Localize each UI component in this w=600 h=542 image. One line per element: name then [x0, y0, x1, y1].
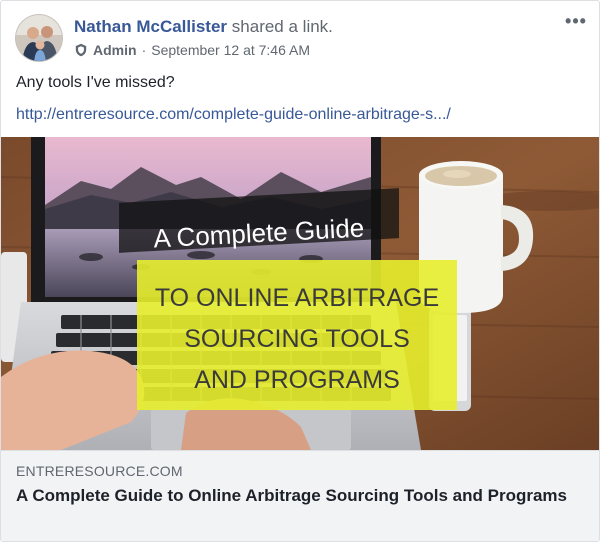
post-header: Nathan McCallister shared a link. Admin …: [1, 1, 599, 71]
shield-icon: [74, 43, 88, 57]
overlay-line-2: TO ONLINE ARBITRAGE: [155, 284, 439, 312]
post-author-line: Nathan McCallister shared a link.: [74, 16, 333, 38]
overlay-line-4: AND PROGRAMS: [194, 366, 400, 394]
link-domain: ENTRERESOURCE.COM: [16, 463, 183, 479]
more-options-icon[interactable]: •••: [561, 9, 591, 33]
post-meta-line: Admin · September 12 at 7:46 AM: [74, 41, 310, 59]
admin-badge: Admin: [93, 42, 137, 58]
post-timestamp[interactable]: September 12 at 7:46 AM: [151, 41, 310, 59]
link-title[interactable]: A Complete Guide to Online Arbitrage Sou…: [16, 484, 576, 507]
link-preview-image[interactable]: A Complete Guide TO ONLINE ARBITRAGE SOU…: [1, 137, 599, 450]
avatar[interactable]: [15, 14, 63, 62]
feed-post: Nathan McCallister shared a link. Admin …: [0, 0, 600, 542]
link-preview-caption[interactable]: ENTRERESOURCE.COM A Complete Guide to On…: [1, 450, 599, 541]
meta-separator: ·: [141, 42, 147, 58]
shared-link-url[interactable]: http://entreresource.com/complete-guide-…: [16, 105, 451, 125]
post-action-text: shared a link.: [231, 17, 333, 36]
post-message: Any tools I've missed?: [16, 74, 175, 91]
author-name-link[interactable]: Nathan McCallister: [74, 17, 227, 36]
overlay-line-3: SOURCING TOOLS: [184, 325, 410, 353]
